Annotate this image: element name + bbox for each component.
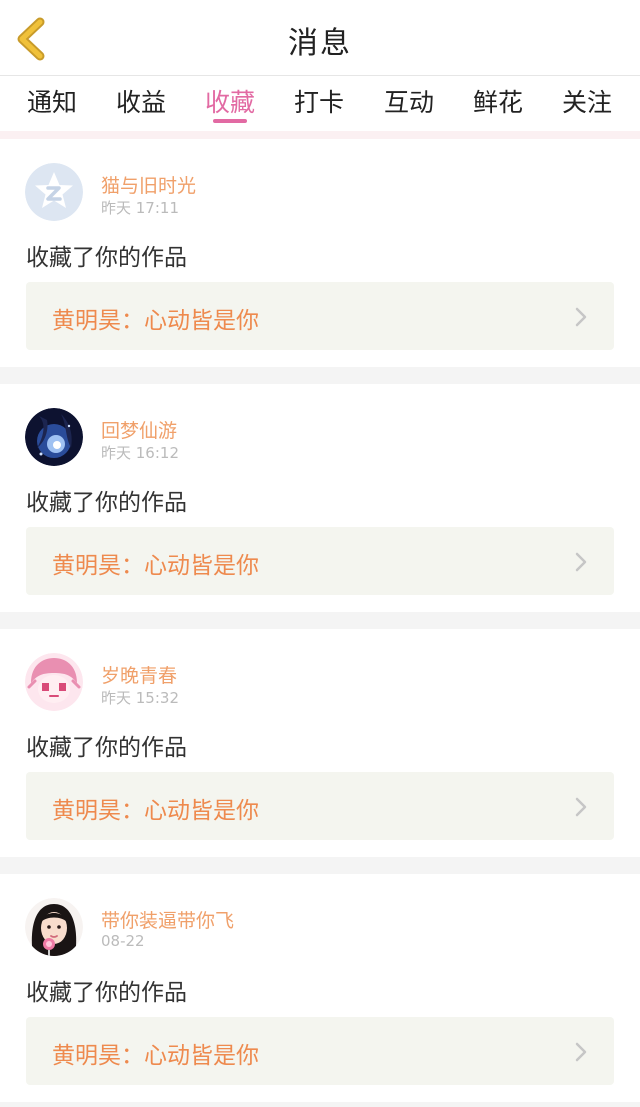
work-link[interactable]: 黄明昊：心动皆是你 xyxy=(26,282,614,350)
avatar[interactable] xyxy=(25,408,83,466)
tab-interaction[interactable]: 互动 xyxy=(369,83,449,119)
card-separator xyxy=(0,1102,640,1107)
message-time: 昨天 15:32 xyxy=(101,689,179,707)
tab-flowers[interactable]: 鲜花 xyxy=(458,83,538,119)
work-title: 黄明昊：心动皆是你 xyxy=(52,553,259,579)
tab-notifications[interactable]: 通知 xyxy=(12,83,92,119)
chevron-right-icon xyxy=(575,1042,587,1062)
tab-follow[interactable]: 关注 xyxy=(547,83,627,119)
qq-default-avatar-icon xyxy=(25,163,83,221)
work-title: 黄明昊：心动皆是你 xyxy=(52,1043,259,1069)
chevron-right-icon xyxy=(575,797,587,817)
chevron-right-icon xyxy=(575,552,587,572)
tab-checkin[interactable]: 打卡 xyxy=(279,83,359,119)
anime-night-avatar-icon xyxy=(25,408,83,466)
message-card: 猫与旧时光 昨天 17:11 收藏了你的作品 黄明昊：心动皆是你 xyxy=(0,139,640,367)
username[interactable]: 带你装逼带你飞 xyxy=(101,906,234,933)
tab-bar: 通知 收益 收藏 打卡 互动 鲜花 关注 xyxy=(0,77,640,131)
message-action: 收藏了你的作品 xyxy=(26,245,187,271)
avatar[interactable] xyxy=(25,898,83,956)
work-link[interactable]: 黄明昊：心动皆是你 xyxy=(26,772,614,840)
username[interactable]: 猫与旧时光 xyxy=(101,171,196,198)
username[interactable]: 岁晚青春 xyxy=(101,661,177,688)
work-link[interactable]: 黄明昊：心动皆是你 xyxy=(26,527,614,595)
tab-favorites[interactable]: 收藏 xyxy=(190,83,270,119)
message-action: 收藏了你的作品 xyxy=(26,735,187,761)
card-separator xyxy=(0,367,640,384)
message-time: 08-22 xyxy=(101,932,145,950)
pink-cartoon-avatar-icon xyxy=(25,653,83,711)
work-title: 黄明昊：心动皆是你 xyxy=(52,798,259,824)
message-action: 收藏了你的作品 xyxy=(26,980,187,1006)
top-bar: 消息 xyxy=(0,0,640,76)
work-title: 黄明昊：心动皆是你 xyxy=(52,308,259,334)
card-separator xyxy=(0,612,640,629)
message-time: 昨天 17:11 xyxy=(101,199,179,217)
message-card: 回梦仙游 昨天 16:12 收藏了你的作品 黄明昊：心动皆是你 xyxy=(0,384,640,612)
message-time: 昨天 16:12 xyxy=(101,444,179,462)
card-separator xyxy=(0,857,640,874)
avatar[interactable] xyxy=(25,163,83,221)
username[interactable]: 回梦仙游 xyxy=(101,416,177,443)
message-action: 收藏了你的作品 xyxy=(26,490,187,516)
active-tab-indicator xyxy=(213,119,247,123)
girl-lollipop-avatar-icon xyxy=(25,898,83,956)
message-card: 岁晚青春 昨天 15:32 收藏了你的作品 黄明昊：心动皆是你 xyxy=(0,629,640,857)
tab-earnings[interactable]: 收益 xyxy=(101,83,181,119)
avatar[interactable] xyxy=(25,653,83,711)
page-title: 消息 xyxy=(288,26,352,61)
chevron-right-icon xyxy=(575,307,587,327)
message-card: 带你装逼带你飞 08-22 收藏了你的作品 黄明昊：心动皆是你 xyxy=(0,874,640,1102)
tab-divider xyxy=(0,131,640,139)
work-link[interactable]: 黄明昊：心动皆是你 xyxy=(26,1017,614,1085)
